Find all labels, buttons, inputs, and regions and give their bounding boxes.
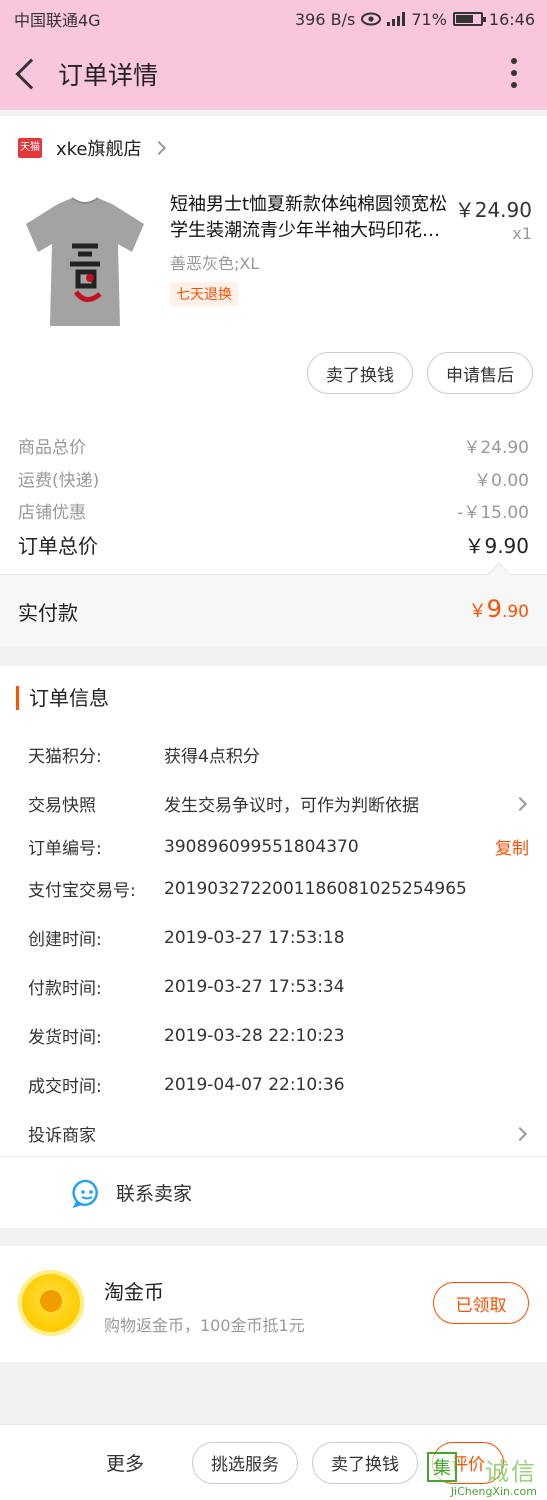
info-value: 390896099551804370: [164, 836, 359, 857]
chevron-left-icon[interactable]: [15, 58, 47, 90]
info-row-created: 创建时间: 2019-03-27 17:53:18: [28, 925, 533, 951]
info-value: 2019-04-07 22:10:36: [164, 1074, 345, 1095]
store-header[interactable]: 天猫 xke旗舰店: [0, 116, 547, 180]
info-row-points: 天猫积分: 获得4点积分: [28, 742, 533, 767]
status-bar: 中国联通4G 396 B/s 71% 16:46: [0, 0, 547, 38]
watermark-url: JiChengXin.com: [450, 1485, 537, 1498]
return-policy-tag: 七天退换: [170, 282, 238, 306]
nav-bar: 订单详情: [0, 38, 547, 110]
fee-label: 运费(快递): [18, 471, 100, 491]
resell-bottom-button[interactable]: 卖了换钱: [312, 1441, 419, 1484]
order-info-card: 订单信息 天猫积分: 获得4点积分 交易快照 发生交易争议时，可作为判断依据 订…: [0, 666, 547, 1228]
page-title: 订单详情: [58, 61, 159, 90]
coin-title: 淘金币: [104, 1280, 164, 1304]
chat-bubble-icon: [72, 1179, 98, 1208]
info-label: 付款时间:: [28, 979, 102, 999]
coin-claimed-button[interactable]: 已领取: [433, 1282, 529, 1324]
signal-icon: [387, 12, 406, 26]
fee-row-goods: 商品总价 ￥24.90: [18, 433, 529, 458]
paid-label: 实付款: [18, 601, 78, 625]
fee-label: 店铺优惠: [18, 503, 86, 523]
watermark-text: 诚信: [485, 1458, 537, 1486]
chevron-right-icon: [512, 796, 528, 811]
paid-amount-row: 实付款 ￥9.90: [0, 562, 547, 646]
more-button[interactable]: 更多: [106, 1449, 144, 1476]
product-quantity: x1: [512, 224, 532, 243]
contact-seller-label: 联系卖家: [116, 1183, 193, 1205]
battery-fill: [455, 15, 473, 23]
fee-value: ￥0.00: [474, 471, 529, 491]
chevron-right-icon: [512, 1126, 528, 1141]
info-label: 投诉商家: [28, 1126, 96, 1146]
order-info-title: 订单信息: [16, 686, 109, 710]
copy-button[interactable]: 复制: [495, 834, 529, 859]
gold-coin-icon: [18, 1270, 84, 1336]
battery-percent: 71%: [411, 9, 447, 29]
product-spec: 善恶灰色;XL: [170, 254, 260, 273]
info-value: 获得4点积分: [164, 747, 260, 767]
product-image: [26, 197, 144, 326]
top-bar: 中国联通4G 396 B/s 71% 16:46 订单详情: [0, 0, 547, 110]
resell-button[interactable]: 卖了换钱: [307, 352, 413, 394]
carrier-label: 中国联通4G: [14, 11, 101, 30]
after-sales-button[interactable]: 申请售后: [427, 352, 533, 394]
product-item[interactable]: 短袖男士t恤夏新款体纯棉圆领宽松学生装潮流青少年半袖大码印花男装T恤 ￥24.9…: [0, 188, 547, 338]
paid-symbol: ￥: [468, 601, 487, 622]
paid-value: ￥9.90: [469, 595, 529, 623]
network-speed: 396 B/s: [295, 9, 356, 29]
info-row-alipay: 支付宝交易号: 2019032722001186081025254965: [28, 876, 533, 902]
info-label: 支付宝交易号:: [28, 881, 136, 901]
info-label: 交易快照: [28, 796, 96, 816]
select-service-button[interactable]: 挑选服务: [192, 1441, 299, 1484]
fee-row-shipping: 运费(快递) ￥0.00: [18, 466, 529, 491]
watermark: 集 诚信 JiChengXin.com: [427, 1452, 539, 1498]
info-row-completed: 成交时间: 2019-04-07 22:10:36: [28, 1072, 533, 1098]
info-row-paid: 付款时间: 2019-03-27 17:53:34: [28, 974, 533, 1000]
info-row-shipped: 发货时间: 2019-03-28 22:10:23: [28, 1023, 533, 1049]
info-value: 2019-03-27 17:53:18: [164, 927, 345, 948]
paid-integer: 9: [486, 595, 502, 623]
eye-icon: [361, 12, 382, 26]
clock: 16:46: [488, 9, 535, 29]
info-label: 成交时间:: [28, 1077, 102, 1097]
status-right: 396 B/s 71% 16:46: [295, 10, 535, 29]
paid-decimal: .90: [501, 602, 529, 622]
coin-subtitle: 购物返金币，100金币抵1元: [104, 1316, 305, 1335]
store-name: xke旗舰店: [56, 139, 142, 160]
contact-seller-button[interactable]: 联系卖家: [0, 1156, 547, 1228]
tmall-badge: 天猫: [18, 138, 42, 158]
caret-up-icon: [487, 562, 511, 586]
product-actions: 卖了换钱 申请售后: [307, 352, 533, 394]
taojinbi-card: 淘金币 购物返金币，100金币抵1元 已领取: [0, 1246, 547, 1362]
order-total-row: 订单总价 ￥9.90: [18, 530, 529, 559]
info-value: 2019032722001186081025254965: [164, 878, 467, 899]
info-row-order-number: 订单编号: 390896099551804370 复制: [28, 834, 533, 860]
info-label: 天猫积分:: [28, 747, 102, 767]
more-vertical-icon[interactable]: [511, 58, 517, 88]
order-total-label: 订单总价: [18, 534, 98, 558]
info-value: 发生交易争议时，可作为判断依据: [164, 796, 419, 816]
product-price: ￥24.90: [454, 198, 532, 222]
info-label: 订单编号:: [28, 839, 102, 859]
store-card: 天猫 xke旗舰店 短袖男士t恤夏新款体纯棉圆领宽松学生装潮流青少年半袖大码印花…: [0, 116, 547, 646]
product-title: 短袖男士t恤夏新款体纯棉圆领宽松学生装潮流青少年半袖大码印花男装T恤: [170, 194, 448, 241]
info-value: 2019-03-28 22:10:23: [164, 1025, 345, 1046]
fee-value: -￥15.00: [457, 503, 529, 523]
info-value: 2019-03-27 17:53:34: [164, 976, 345, 997]
watermark-logo: 集: [427, 1452, 457, 1482]
fee-value: ￥24.90: [463, 438, 529, 458]
order-total-value: ￥9.90: [464, 534, 529, 558]
fee-row-discount: 店铺优惠 -￥15.00: [18, 498, 529, 523]
info-label: 发货时间:: [28, 1028, 102, 1048]
battery-icon: [452, 12, 486, 26]
fee-label: 商品总价: [18, 438, 86, 458]
info-label: 创建时间:: [28, 930, 102, 950]
info-row-snapshot[interactable]: 交易快照 发生交易争议时，可作为判断依据: [28, 791, 533, 816]
chevron-right-icon: [151, 140, 166, 156]
info-row-complaint[interactable]: 投诉商家: [28, 1121, 533, 1146]
